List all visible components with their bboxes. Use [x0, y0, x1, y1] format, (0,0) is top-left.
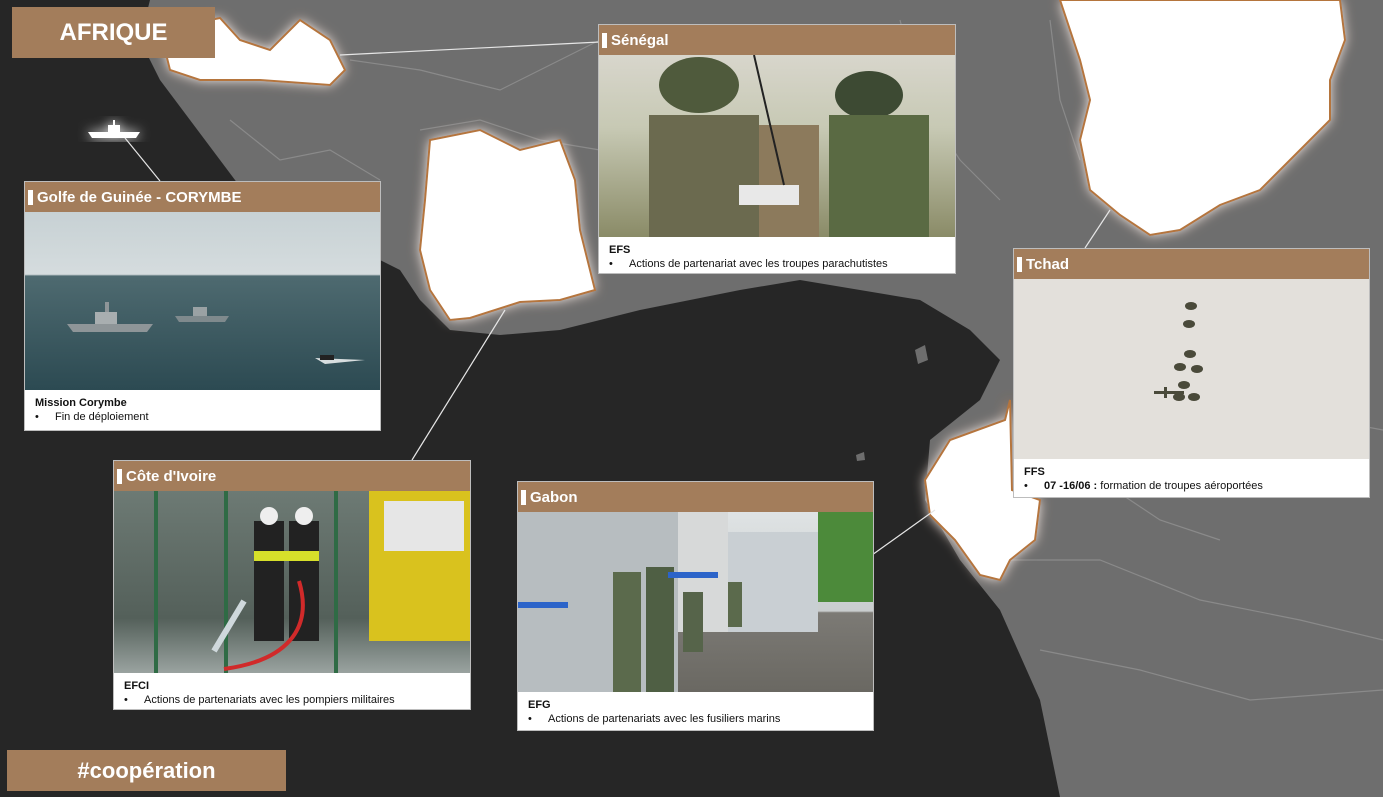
- photo-ships: [25, 212, 380, 390]
- card-tchad: Tchad FFS • 07 -16/06 : formation de trou…: [1013, 248, 1370, 498]
- card-title: Gabon: [518, 482, 873, 512]
- photo-parachutes: [1014, 279, 1369, 459]
- photo-marines: [518, 512, 873, 692]
- card-bullet: Fin de déploiement: [55, 411, 149, 423]
- card-cote-ivoire: Côte d'Ivoire EFCI • Actions de partenari…: [113, 460, 471, 710]
- photo-firefighters: [114, 491, 470, 673]
- card-gabon: Gabon EFG • Actions de partenariats avec …: [517, 481, 874, 731]
- card-heading: EFG: [528, 699, 551, 711]
- region-title: AFRIQUE: [12, 7, 215, 58]
- card-title: Sénégal: [599, 25, 955, 55]
- card-title: Tchad: [1014, 249, 1369, 279]
- card-title: Golfe de Guinée - CORYMBE: [25, 182, 380, 212]
- card-bullet: Actions de partenariat avec les troupes …: [629, 258, 888, 270]
- card-heading: FFS: [1024, 466, 1045, 478]
- card-bullet: Actions de partenariats avec les pompier…: [144, 694, 395, 706]
- card-title: Côte d'Ivoire: [114, 461, 470, 491]
- photo-soldiers: [599, 55, 955, 237]
- card-heading: EFCI: [124, 680, 150, 692]
- hashtag-label: #coopération: [7, 750, 286, 791]
- card-senegal: Sénégal EFS • Actions de partenariat avec…: [598, 24, 956, 274]
- card-bullet-date: 07 -16/06 :: [1044, 480, 1098, 492]
- card-heading: EFS: [609, 244, 631, 256]
- card-golfe-guinee: Golfe de Guinée - CORYMBE Mission Corymb…: [24, 181, 381, 431]
- ship-icon: [88, 120, 140, 138]
- card-bullet: formation de troupes aéroportées: [1100, 480, 1263, 492]
- card-heading: Mission Corymbe: [35, 397, 127, 409]
- card-bullet: Actions de partenariats avec les fusilie…: [548, 713, 781, 725]
